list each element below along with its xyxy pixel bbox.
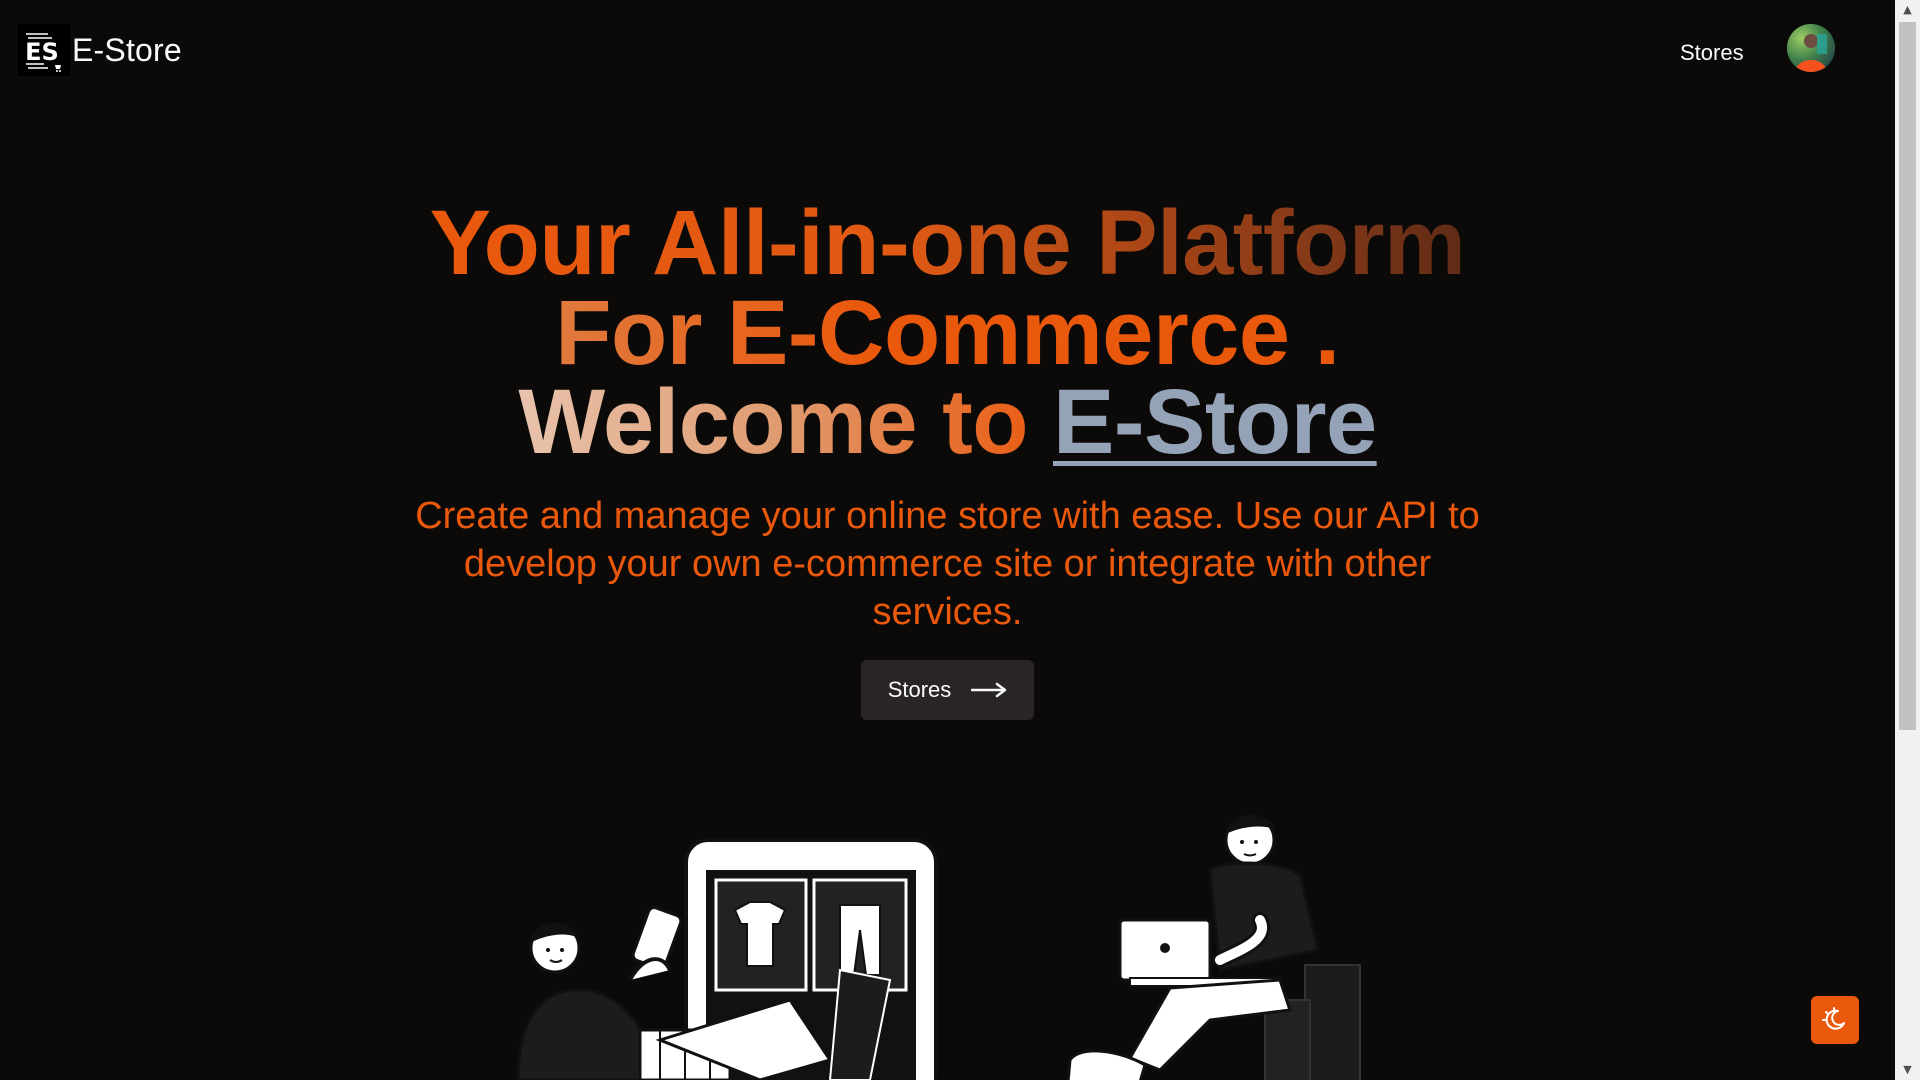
avatar-image	[1787, 24, 1835, 72]
header: ES E-Store Stores	[0, 0, 1895, 104]
cta-label: Stores	[887, 677, 952, 702]
moon-sun-icon	[1822, 1007, 1845, 1030]
svg-text:ES: ES	[25, 38, 59, 66]
hero-subtitle: Create and manage your online store with…	[415, 495, 1480, 633]
hero-title-line1: Your All-in-one Platform	[429, 192, 1466, 294]
scroll-down-arrow[interactable]: ▼	[1895, 1060, 1920, 1080]
brand-link[interactable]: ES E-Store	[18, 24, 182, 76]
theme-toggle-button[interactable]	[1811, 996, 1859, 1044]
stores-cta-button[interactable]: Stores	[861, 660, 1034, 720]
hero-title-line3: Welcome to E-Store	[0, 376, 1895, 468]
nav-stores-link[interactable]: Stores	[1680, 40, 1744, 66]
laptop-illustration	[1066, 814, 1361, 1080]
shopping-illustration	[516, 838, 938, 1080]
user-avatar[interactable]	[1787, 24, 1835, 72]
vertical-scrollbar[interactable]: ▲ ▼	[1895, 0, 1920, 1080]
welcome-text: Welcome to	[518, 371, 1053, 473]
hero-title-line2: For E-Commerce .	[555, 282, 1340, 384]
arrow-right-icon	[971, 682, 1007, 698]
page: ES E-Store Stores Your All-in-one Platfo…	[0, 0, 1895, 1080]
scroll-thumb[interactable]	[1899, 22, 1916, 730]
brand-name: E-Store	[72, 31, 182, 68]
scroll-up-arrow[interactable]: ▲	[1895, 0, 1920, 20]
es-logo-icon: ES	[18, 24, 70, 76]
brand-logo: ES	[18, 24, 70, 76]
hero-brand-link[interactable]: E-Store	[1053, 371, 1377, 473]
